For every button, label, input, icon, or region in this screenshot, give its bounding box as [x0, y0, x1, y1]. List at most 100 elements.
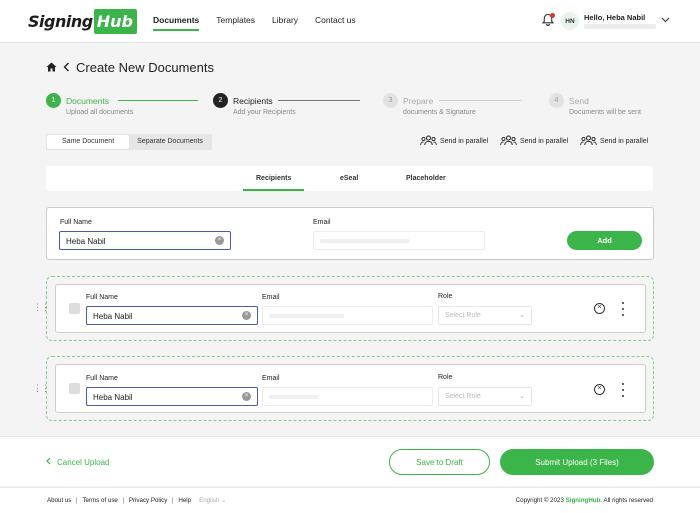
- recipient-row[interactable]: Full Name Heba Nabil × Email Role Select…: [55, 364, 646, 413]
- role-label: Role: [438, 374, 453, 381]
- remove-recipient-icon[interactable]: ×: [594, 303, 605, 314]
- send-in-parallel-1[interactable]: Send in parallel: [420, 135, 488, 148]
- action-bar: Cancel Upload Save to Draft Submit Uploa…: [0, 436, 700, 486]
- email-value-redacted: [320, 239, 410, 243]
- avatar[interactable]: HN: [561, 12, 579, 30]
- send-in-parallel-label: Send in parallel: [600, 138, 649, 145]
- clear-icon[interactable]: ×: [242, 392, 251, 401]
- full-name-label: Full Name: [60, 219, 92, 226]
- cancel-upload-button[interactable]: Cancel Upload: [46, 457, 109, 467]
- full-name-value: Heba Nabil: [93, 312, 133, 321]
- back-chevron-icon[interactable]: [63, 60, 70, 75]
- step-title: Documents: [66, 96, 109, 106]
- recipient-card-wrapper: Full Name Heba Nabil × Email Role Select…: [46, 276, 654, 341]
- role-placeholder: Select Role: [445, 312, 481, 319]
- document-mode-toggle: Same Document Separate Documents: [46, 134, 212, 150]
- send-in-parallel-3[interactable]: Send in parallel: [580, 135, 648, 148]
- divider: [76, 497, 78, 504]
- step-title: Send: [569, 96, 589, 106]
- recipient-tabs: Recipients eSeal Placeholder: [46, 166, 653, 191]
- separate-documents-option[interactable]: Separate Documents: [129, 135, 211, 149]
- chevron-down-icon: ⌄: [519, 312, 525, 319]
- email-value-redacted: [269, 314, 344, 318]
- copyright: Copyright © 2023 SigningHub. All rights …: [516, 497, 653, 504]
- step-connector: [439, 100, 521, 101]
- step-title: Prepare: [403, 96, 434, 106]
- bell-icon[interactable]: [541, 13, 555, 27]
- add-recipient-form: Full Name Heba Nabil × Email Add: [46, 207, 654, 260]
- signinghub-logo[interactable]: Signing Hub: [28, 7, 137, 35]
- tab-recipients[interactable]: Recipients: [242, 175, 305, 191]
- email-label: Email: [313, 219, 331, 226]
- group-users-icon: [580, 135, 597, 148]
- footer-link-privacy[interactable]: Privacy Policy: [129, 497, 168, 504]
- nav-templates[interactable]: Templates: [216, 15, 255, 25]
- step-title: Recipients: [233, 96, 273, 106]
- footer-link-about[interactable]: About us: [47, 497, 71, 504]
- group-users-icon: [500, 135, 517, 148]
- logo-text-signing: Signing: [28, 11, 93, 31]
- full-name-input[interactable]: Heba Nabil ×: [59, 231, 231, 250]
- full-name-label: Full Name: [86, 375, 118, 382]
- email-input[interactable]: [313, 231, 485, 250]
- email-input[interactable]: [262, 306, 433, 325]
- legal-footer: About us Terms of use Privacy Policy Hel…: [0, 487, 700, 513]
- step-number: 3: [383, 93, 398, 108]
- recipient-card-wrapper: Full Name Heba Nabil × Email Role Select…: [46, 356, 654, 421]
- footer-link-help[interactable]: Help: [178, 497, 191, 504]
- step-subtitle: Documents will be sent: [569, 109, 641, 116]
- more-options-icon[interactable]: [621, 302, 625, 316]
- email-label: Email: [262, 375, 280, 382]
- copyright-prefix: Copyright © 2023: [515, 497, 566, 504]
- step-subtitle: Add your Recipients: [233, 109, 296, 116]
- role-placeholder: Select Role: [445, 393, 481, 400]
- role-select[interactable]: Select Role ⌄: [438, 306, 532, 325]
- send-in-parallel-label: Send in parallel: [520, 138, 569, 145]
- nav-library[interactable]: Library: [272, 15, 298, 25]
- tab-eseal[interactable]: eSeal: [340, 175, 358, 182]
- copyright-suffix: All rights reserved: [602, 497, 653, 504]
- send-in-parallel-2[interactable]: Send in parallel: [500, 135, 568, 148]
- role-label: Role: [438, 293, 453, 300]
- save-to-draft-button[interactable]: Save to Draft: [389, 449, 490, 475]
- language-selector[interactable]: English ⌄: [199, 497, 226, 504]
- same-document-option[interactable]: Same Document: [47, 135, 130, 149]
- recipient-checkbox[interactable]: [69, 303, 80, 314]
- step-subtitle: Upload all documents: [66, 109, 134, 116]
- top-bar: Signing Hub Documents Templates Library …: [0, 0, 700, 43]
- full-name-input[interactable]: Heba Nabil ×: [86, 387, 258, 406]
- clear-icon[interactable]: ×: [242, 311, 251, 320]
- full-name-value: Heba Nabil: [66, 237, 106, 246]
- nav-documents[interactable]: Documents: [153, 15, 200, 31]
- more-options-icon[interactable]: [621, 383, 625, 397]
- send-in-parallel-label: Send in parallel: [440, 138, 489, 145]
- page-title: Create New Documents: [76, 60, 214, 75]
- divider: [172, 497, 174, 504]
- footer-link-terms[interactable]: Terms of use: [82, 497, 117, 504]
- recipient-checkbox[interactable]: [69, 383, 80, 394]
- logo-text-hub: Hub: [93, 8, 137, 34]
- email-label: Email: [262, 294, 280, 301]
- main-nav: Documents Templates Library Contact us: [153, 15, 356, 31]
- divider: [122, 497, 124, 504]
- nav-contact-us[interactable]: Contact us: [315, 15, 356, 25]
- email-value-redacted: [269, 395, 319, 399]
- role-select[interactable]: Select Role ⌄: [438, 387, 532, 406]
- submit-upload-button[interactable]: Submit Upload (3 Files): [500, 449, 654, 475]
- page-header: Create New Documents: [46, 60, 214, 75]
- home-icon[interactable]: [46, 60, 57, 75]
- progress-stepper: 1 Documents Upload all documents 2 Recip…: [46, 92, 658, 120]
- step-number: 2: [213, 93, 228, 108]
- email-input[interactable]: [262, 387, 433, 406]
- chevron-left-icon: [46, 457, 51, 467]
- full-name-input[interactable]: Heba Nabil ×: [86, 306, 258, 325]
- recipient-row[interactable]: Full Name Heba Nabil × Email Role Select…: [55, 284, 646, 333]
- remove-recipient-icon[interactable]: ×: [594, 384, 605, 395]
- footer-links: About us Terms of use Privacy Policy Hel…: [47, 497, 226, 504]
- clear-icon[interactable]: ×: [215, 236, 224, 245]
- tab-placeholder[interactable]: Placeholder: [406, 175, 446, 182]
- user-email-redacted: [584, 24, 656, 29]
- add-button[interactable]: Add: [567, 231, 642, 250]
- user-greeting[interactable]: Hello, Heba Nabil: [584, 13, 645, 22]
- chevron-down-icon[interactable]: [661, 15, 670, 25]
